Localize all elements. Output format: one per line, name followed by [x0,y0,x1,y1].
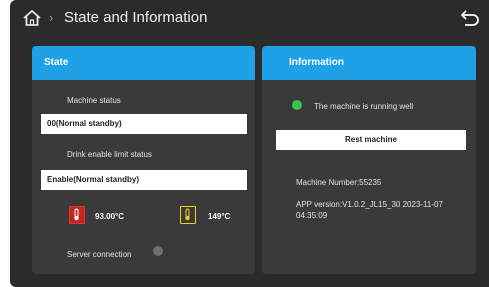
information-panel: Information The machine is running well … [262,46,476,274]
app-version-time: 04:35:09 [296,211,328,220]
chevron-right-icon: › [49,10,54,25]
information-panel-title: Information [262,46,476,80]
cold-temperature: 149°C [208,212,231,221]
app-version: APP version:V1.0.2_JL15_30 2023-11-07 [296,200,443,209]
home-icon[interactable] [22,9,42,27]
top-bar: › State and Information [10,0,489,36]
machine-status-value: 00(Normal standby) [41,114,247,134]
reset-machine-button[interactable]: Rest machine [276,130,466,150]
server-connection-label: Server connection [67,250,132,259]
screen: › State and Information State Machine st… [10,0,489,287]
server-connection-indicator [153,246,163,256]
machine-number: Machine Number:55235 [296,178,382,187]
state-panel-title: State [32,46,255,80]
machine-status-label: Machine status [67,96,121,105]
running-status-indicator [292,100,302,110]
cold-thermometer-icon [180,206,196,224]
drink-limit-value: Enable(Normal standby) [41,170,247,190]
drink-limit-label: Drink enable limit status [67,150,152,159]
back-icon[interactable] [459,8,481,28]
page-title: State and Information [64,9,208,26]
state-panel: State Machine status 00(Normal standby) … [32,46,255,274]
hot-temperature: 93.00°C [95,212,124,221]
hot-thermometer-icon [69,206,85,224]
running-status-text: The machine is running well [314,102,414,111]
